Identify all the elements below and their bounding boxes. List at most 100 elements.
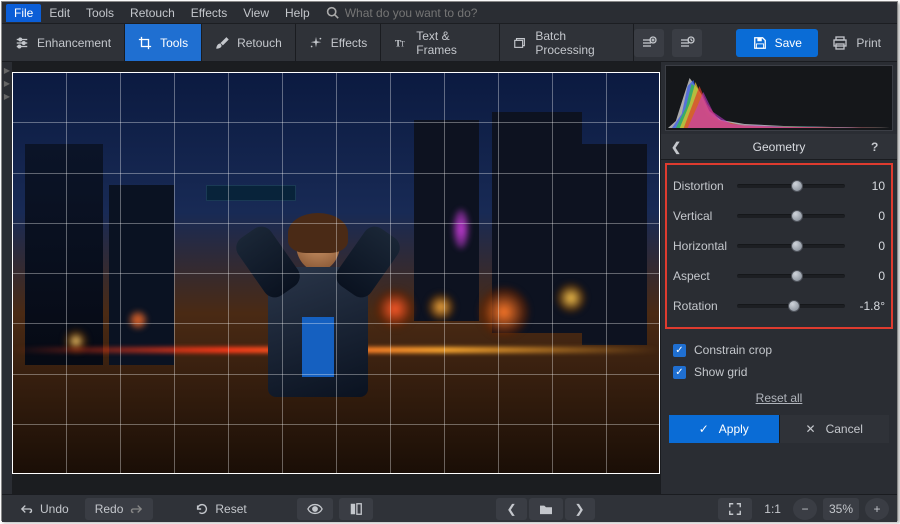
undo-label: Undo	[40, 502, 69, 516]
next-button[interactable]: ❯	[565, 498, 595, 520]
check-show-grid[interactable]: Show grid	[673, 361, 885, 383]
preset-add-button[interactable]	[634, 29, 664, 57]
redo-label: Redo	[95, 502, 124, 516]
menu-file[interactable]: File	[6, 4, 41, 22]
preset-time-button[interactable]	[672, 29, 702, 57]
menu-view[interactable]: View	[235, 4, 277, 22]
show-original-button[interactable]	[297, 498, 333, 520]
tab-text-frames[interactable]: TT Text & Frames	[381, 24, 500, 61]
slider-thumb[interactable]	[791, 240, 803, 252]
save-button[interactable]: Save	[736, 29, 818, 57]
canvas[interactable]	[12, 62, 660, 494]
tab-retouch[interactable]: Retouch	[202, 24, 296, 61]
reset-button[interactable]: Reset	[185, 498, 256, 520]
slider-thumb[interactable]	[788, 300, 800, 312]
zoom-in-button[interactable]: +	[865, 498, 889, 520]
redo-icon	[129, 503, 143, 515]
print-icon	[832, 35, 848, 51]
zoom-ratio-button[interactable]: 1:1	[758, 498, 787, 520]
checkbox-icon[interactable]	[673, 344, 686, 357]
geometry-sliders: Distortion 10 Vertical 0 Horizontal 0 As…	[665, 163, 893, 329]
histogram	[665, 65, 893, 131]
crop-icon	[138, 36, 152, 50]
print-label: Print	[856, 36, 881, 50]
slider-label: Rotation	[673, 299, 731, 313]
menu-edit[interactable]: Edit	[41, 4, 78, 22]
help-button[interactable]: ?	[871, 140, 887, 154]
svg-text:T: T	[400, 39, 405, 48]
tab-label: Enhancement	[37, 36, 111, 50]
chevron-right-icon[interactable]: ▶	[4, 66, 10, 75]
slider-value: 0	[851, 239, 885, 253]
tab-bar: Enhancement Tools Retouch Effects TT Tex…	[2, 24, 897, 62]
apply-button[interactable]: ✓ Apply	[669, 415, 779, 443]
print-button[interactable]: Print	[826, 35, 887, 51]
slider-thumb[interactable]	[791, 180, 803, 192]
tab-batch-processing[interactable]: Batch Processing	[500, 24, 634, 61]
sparkle-icon	[309, 36, 323, 50]
check-icon: ✓	[699, 422, 709, 436]
tab-label: Retouch	[237, 36, 282, 50]
panel-title: Geometry	[687, 140, 871, 154]
slider-thumb[interactable]	[791, 210, 803, 222]
tab-enhancement[interactable]: Enhancement	[2, 24, 125, 61]
checkbox-group: Constrain crop Show grid	[661, 333, 897, 385]
close-icon: ✕	[806, 422, 816, 436]
photo-preview	[12, 72, 660, 474]
tab-label: Effects	[331, 36, 367, 50]
slider-value: 0	[851, 269, 885, 283]
menu-effects[interactable]: Effects	[183, 4, 235, 22]
chevron-right-icon[interactable]: ▶	[4, 79, 10, 88]
browse-button[interactable]	[529, 498, 563, 520]
tab-tools[interactable]: Tools	[125, 24, 202, 61]
slider-value: 0	[851, 209, 885, 223]
chevron-right-icon[interactable]: ▶	[4, 92, 10, 101]
chevron-left-icon: ❮	[506, 502, 516, 516]
bottom-bar: Undo Redo Reset ❮ ❯ 1:1 − 35% +	[2, 494, 897, 522]
check-label: Show grid	[694, 365, 747, 379]
eye-icon	[307, 503, 323, 515]
slider-value: -1.8°	[851, 299, 885, 313]
minus-icon: −	[801, 502, 808, 516]
slider-thumb[interactable]	[791, 270, 803, 282]
menu-help[interactable]: Help	[277, 4, 318, 22]
compare-icon	[349, 502, 363, 516]
app-window: File Edit Tools Retouch Effects View Hel…	[1, 1, 898, 521]
slider-track[interactable]	[737, 269, 845, 283]
slider-aspect: Aspect 0	[673, 261, 885, 291]
slider-label: Distortion	[673, 179, 731, 193]
slider-value: 10	[851, 179, 885, 193]
search-input[interactable]	[345, 6, 505, 20]
slider-track[interactable]	[737, 179, 845, 193]
reset-all-link[interactable]: Reset all	[661, 385, 897, 415]
menu-retouch[interactable]: Retouch	[122, 4, 183, 22]
zoom-percent-display[interactable]: 35%	[823, 498, 859, 520]
slider-track[interactable]	[737, 209, 845, 223]
zoom-out-button[interactable]: −	[793, 498, 817, 520]
stack-icon	[513, 36, 527, 50]
main-area: ▶ ▶ ▶	[2, 62, 897, 494]
cancel-button[interactable]: ✕ Cancel	[779, 415, 890, 443]
check-constrain-crop[interactable]: Constrain crop	[673, 339, 885, 361]
checkbox-icon[interactable]	[673, 366, 686, 379]
slider-track[interactable]	[737, 299, 845, 313]
slider-horizontal: Horizontal 0	[673, 231, 885, 261]
compare-button[interactable]	[339, 498, 373, 520]
search-icon	[326, 6, 339, 19]
tab-effects[interactable]: Effects	[296, 24, 381, 61]
text-icon: TT	[394, 36, 408, 50]
slider-label: Horizontal	[673, 239, 731, 253]
prev-button[interactable]: ❮	[496, 498, 526, 520]
apply-label: Apply	[719, 422, 749, 436]
slider-label: Vertical	[673, 209, 731, 223]
chevron-right-icon: ❯	[575, 502, 585, 516]
fit-icon	[728, 502, 742, 516]
slider-rotation: Rotation -1.8°	[673, 291, 885, 321]
slider-track[interactable]	[737, 239, 845, 253]
undo-button[interactable]: Undo	[10, 498, 79, 520]
fit-screen-button[interactable]	[718, 498, 752, 520]
menu-tools[interactable]: Tools	[78, 4, 122, 22]
back-button[interactable]: ❮	[671, 140, 687, 154]
check-label: Constrain crop	[694, 343, 772, 357]
redo-button[interactable]: Redo	[85, 498, 154, 520]
